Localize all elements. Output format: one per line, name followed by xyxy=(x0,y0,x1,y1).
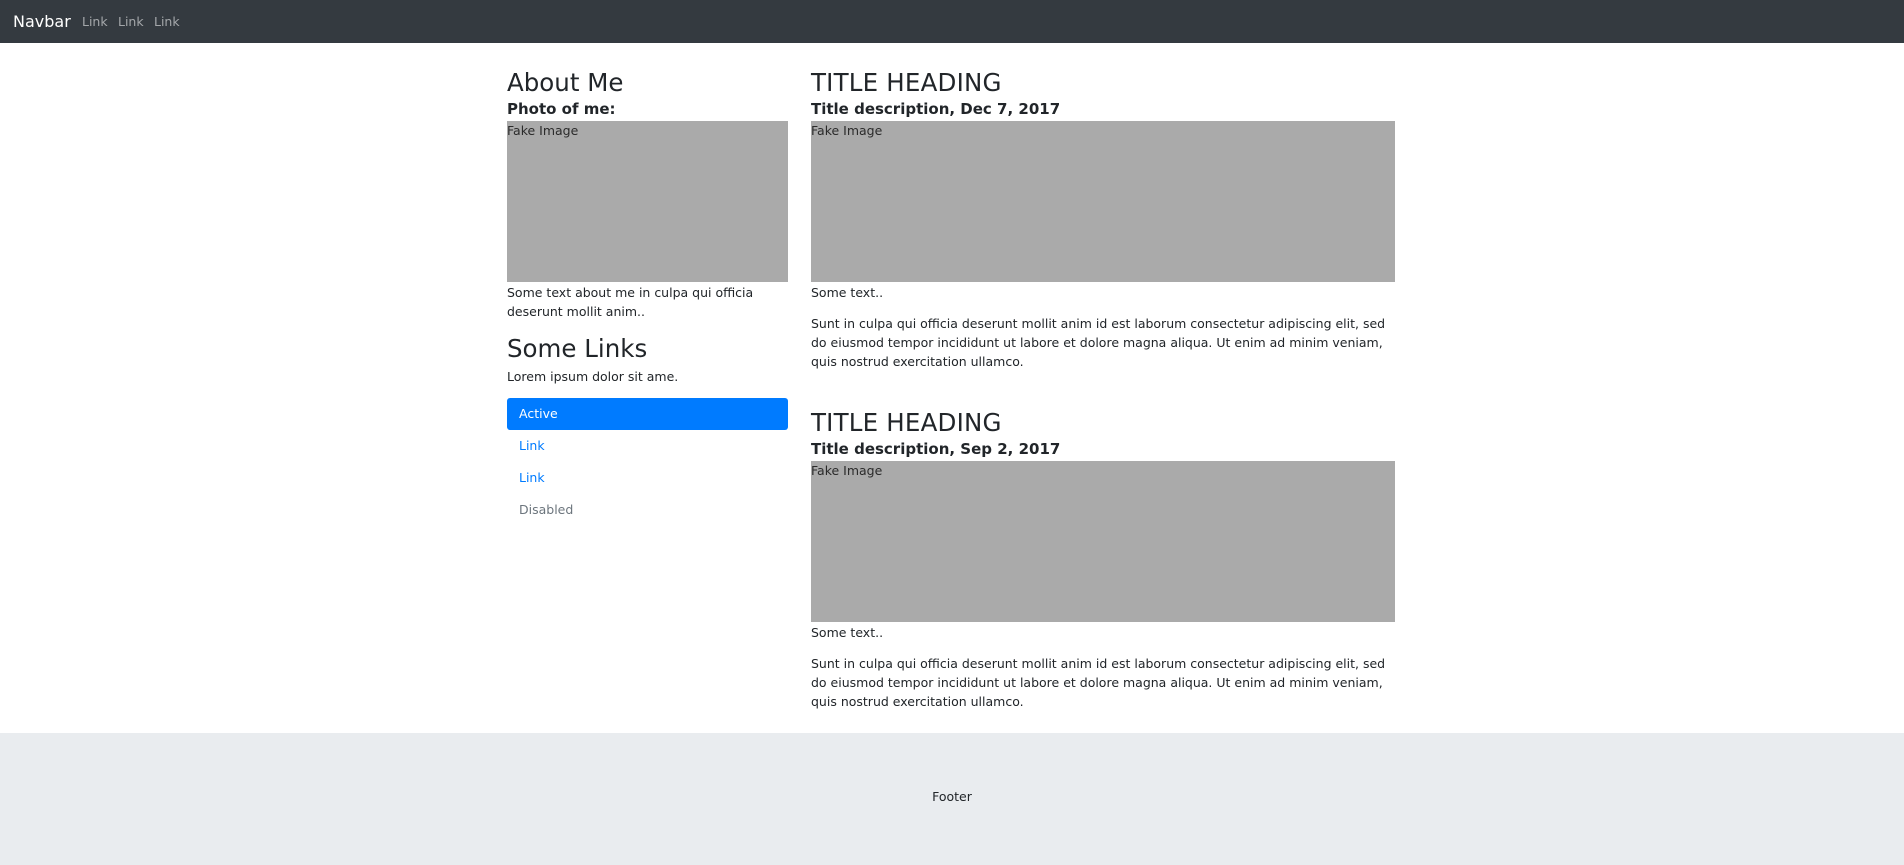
main-content: TITLE HEADING Title description, Dec 7, … xyxy=(811,68,1395,711)
post-2: TITLE HEADING Title description, Sep 2, … xyxy=(811,408,1395,711)
profile-image-placeholder: Fake Image xyxy=(507,121,788,282)
about-text: Some text about me in culpa qui officia … xyxy=(507,285,754,319)
post-body: Sunt in culpa qui officia deserunt molli… xyxy=(811,656,1386,709)
nav-link-2[interactable]: Link xyxy=(118,14,144,29)
sidebar: About Me Photo of me: Fake Image Some te… xyxy=(507,68,788,526)
post-1: TITLE HEADING Title description, Dec 7, … xyxy=(811,68,1395,371)
image-placeholder-text: Fake Image xyxy=(811,463,883,478)
image-placeholder-text: Fake Image xyxy=(507,123,579,138)
image-placeholder-text: Fake Image xyxy=(811,123,883,138)
post-image-placeholder: Fake Image xyxy=(811,121,1395,282)
list-item-disabled: Disabled xyxy=(519,502,574,517)
footer: Footer xyxy=(0,733,1904,865)
navbar: Navbar Link Link Link xyxy=(0,0,1904,43)
list-item-link-1[interactable]: Link xyxy=(507,430,788,462)
links-list: Active Link Link Disabled xyxy=(507,398,788,526)
navbar-brand[interactable]: Navbar xyxy=(13,12,71,31)
links-text: Lorem ipsum dolor sit ame. xyxy=(507,369,679,384)
post-body: Sunt in culpa qui officia deserunt molli… xyxy=(811,316,1386,369)
footer-text: Footer xyxy=(932,789,972,804)
list-item-link-2[interactable]: Link xyxy=(507,462,788,494)
post-description: Title description, Dec 7, 2017 xyxy=(811,100,1061,118)
post-title: TITLE HEADING xyxy=(811,68,1002,97)
about-title: About Me xyxy=(507,68,624,97)
post-description: Title description, Sep 2, 2017 xyxy=(811,440,1061,458)
links-title: Some Links xyxy=(507,334,648,363)
list-item-active[interactable]: Active xyxy=(507,398,788,430)
post-short-text: Some text.. xyxy=(811,625,884,640)
post-short-text: Some text.. xyxy=(811,285,884,300)
photo-label: Photo of me: xyxy=(507,100,616,118)
nav-link-1[interactable]: Link xyxy=(82,14,108,29)
post-image-placeholder: Fake Image xyxy=(811,461,1395,622)
nav-link-3[interactable]: Link xyxy=(154,14,180,29)
post-title: TITLE HEADING xyxy=(811,408,1002,437)
